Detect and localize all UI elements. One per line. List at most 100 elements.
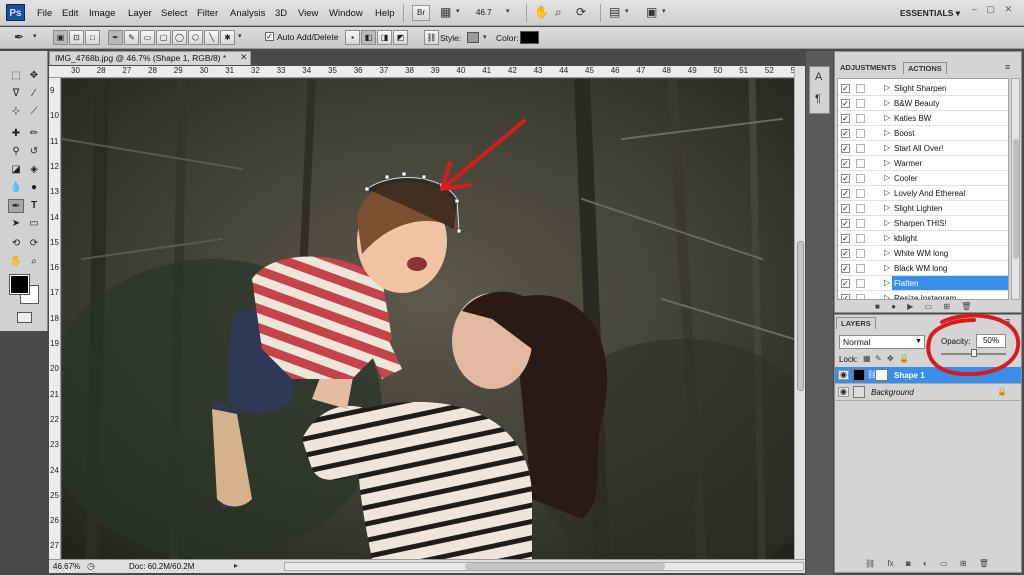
action-item[interactable]: ✓ ▷ Warmer xyxy=(838,156,1008,171)
horizontal-scrollbar[interactable] xyxy=(284,562,804,571)
menu-filter[interactable]: Filter xyxy=(197,8,218,19)
hand-tool-icon[interactable]: ✋ xyxy=(534,5,549,19)
path-select-icon[interactable]: ➤ xyxy=(8,217,24,231)
action-enabled-checkbox[interactable]: ✓ xyxy=(841,189,850,198)
action-enabled-checkbox[interactable]: ✓ xyxy=(841,159,850,168)
expand-triangle-icon[interactable]: ▷ xyxy=(884,98,890,107)
action-item[interactable]: ✓ ▷ Boost xyxy=(838,126,1008,141)
chevron-down-icon[interactable]: ▾ xyxy=(625,7,629,15)
pen-tool-preset-icon[interactable]: ✒ xyxy=(14,30,24,44)
action-dialog-toggle[interactable] xyxy=(856,174,865,183)
expand-triangle-icon[interactable]: ▷ xyxy=(884,83,890,92)
blend-mode-select[interactable]: Normal ▼ xyxy=(839,335,925,349)
action-enabled-checkbox[interactable]: ✓ xyxy=(841,114,850,123)
vertical-scrollbar[interactable] xyxy=(794,66,805,559)
action-item[interactable]: ✓ ▷ Sharpen THIS! xyxy=(838,216,1008,231)
trash-icon[interactable]: 🗑 xyxy=(961,302,971,311)
polygon-icon[interactable]: ⬡ xyxy=(188,30,203,45)
expand-triangle-icon[interactable]: ▷ xyxy=(884,113,890,122)
zoom-level-field[interactable]: 46.7 xyxy=(476,6,518,20)
type-tool-icon[interactable]: T xyxy=(26,199,42,213)
action-enabled-checkbox[interactable]: ✓ xyxy=(841,249,850,258)
quick-mask-icon[interactable] xyxy=(17,312,32,323)
crop-tool-icon[interactable]: ⊹ xyxy=(8,105,24,119)
hand-tool-icon[interactable]: ✋ xyxy=(8,255,24,269)
action-item[interactable]: ✓ ▷ kblight xyxy=(838,231,1008,246)
action-dialog-toggle[interactable] xyxy=(856,189,865,198)
menu-layer[interactable]: Layer xyxy=(128,8,152,19)
bridge-button[interactable]: Br xyxy=(412,5,430,21)
menu-view[interactable]: View xyxy=(298,8,318,19)
chevron-down-icon[interactable]: ▾ xyxy=(456,7,460,15)
healing-brush-icon[interactable]: ✚ xyxy=(8,127,24,141)
clone-stamp-icon[interactable]: ⚲ xyxy=(8,145,24,159)
action-dialog-toggle[interactable] xyxy=(856,264,865,273)
chevron-down-icon[interactable]: ▾ xyxy=(662,7,666,15)
adjustment-layer-icon[interactable]: ◐ xyxy=(923,559,928,568)
zoom-status[interactable]: 46.67% xyxy=(53,562,80,571)
actions-scrollbar[interactable] xyxy=(1011,78,1020,300)
action-dialog-toggle[interactable] xyxy=(856,279,865,288)
action-item[interactable]: ✓ ▷ Cooler xyxy=(838,171,1008,186)
rotate-view-icon[interactable]: ⟳ xyxy=(576,5,586,19)
tab-layers[interactable]: LAYERS xyxy=(836,317,876,329)
lock-position-icon[interactable]: ✥ xyxy=(887,354,894,363)
action-item[interactable]: ✓ ▷ Slight Lighten xyxy=(838,201,1008,216)
rounded-rectangle-icon[interactable]: ▢ xyxy=(156,30,171,45)
action-enabled-checkbox[interactable]: ✓ xyxy=(841,204,850,213)
chevron-down-icon[interactable]: ▾ xyxy=(483,33,487,41)
action-enabled-checkbox[interactable]: ✓ xyxy=(841,84,850,93)
chevron-down-icon[interactable]: ▾ xyxy=(238,32,242,40)
action-item[interactable]: ✓ ▷ Flatten xyxy=(838,276,1008,291)
panel-menu-icon[interactable]: ≡ xyxy=(1005,62,1010,72)
action-enabled-checkbox[interactable]: ✓ xyxy=(841,234,850,243)
arrange-documents-icon[interactable]: ▤ xyxy=(609,5,620,19)
action-enabled-checkbox[interactable]: ✓ xyxy=(841,99,850,108)
lock-transparent-icon[interactable]: ▦ xyxy=(863,354,871,363)
layer-thumbnail[interactable] xyxy=(853,369,865,381)
new-group-icon[interactable]: ▭ xyxy=(940,559,948,568)
expand-triangle-icon[interactable]: ▷ xyxy=(884,248,890,257)
exclude-shape-icon[interactable]: ◩ xyxy=(393,30,408,45)
action-enabled-checkbox[interactable]: ✓ xyxy=(841,144,850,153)
action-item[interactable]: ✓ ▷ Slight Sharpen xyxy=(838,81,1008,96)
new-action-icon[interactable]: ⊞ xyxy=(943,302,950,311)
action-dialog-toggle[interactable] xyxy=(856,99,865,108)
shape-layers-icon[interactable]: ▣ xyxy=(53,30,68,45)
new-layer-icon[interactable]: ⊞ xyxy=(960,559,967,568)
close-document-icon[interactable]: ✕ xyxy=(240,52,248,63)
action-dialog-toggle[interactable] xyxy=(856,249,865,258)
layer-link-icon[interactable]: ⛓ xyxy=(424,30,439,45)
vector-mask-thumbnail[interactable] xyxy=(875,369,888,381)
layer-row[interactable]: ◉ 🔒 Background xyxy=(835,384,1021,401)
new-set-icon[interactable]: ▭ xyxy=(925,302,933,311)
expand-triangle-icon[interactable]: ▷ xyxy=(884,233,890,242)
screen-mode-icon[interactable]: ▣ xyxy=(646,5,657,19)
menu-window[interactable]: Window xyxy=(329,8,363,19)
lasso-tool-icon[interactable]: ᐁ xyxy=(8,87,24,101)
lock-pixels-icon[interactable]: ✎ xyxy=(875,354,882,363)
action-dialog-toggle[interactable] xyxy=(856,114,865,123)
eraser-tool-icon[interactable]: ◪ xyxy=(8,163,24,177)
style-picker[interactable] xyxy=(467,32,479,43)
line-icon[interactable]: ╲ xyxy=(204,30,219,45)
action-dialog-toggle[interactable] xyxy=(856,129,865,138)
scrollbar-thumb[interactable] xyxy=(465,563,665,570)
ellipse-icon[interactable]: ◯ xyxy=(172,30,187,45)
expand-triangle-icon[interactable]: ▷ xyxy=(884,143,890,152)
quick-select-tool-icon[interactable]: ⁄ xyxy=(26,87,42,101)
shape-color-swatch[interactable] xyxy=(520,31,539,44)
character-panel-icon[interactable]: A xyxy=(815,71,822,83)
expand-triangle-icon[interactable]: ▷ xyxy=(884,263,890,272)
action-item[interactable]: ✓ ▷ Lovely And Ethereal xyxy=(838,186,1008,201)
action-item[interactable]: ✓ ▷ White WM long xyxy=(838,246,1008,261)
workspace-switcher[interactable]: ESSENTIALS ▾ xyxy=(900,8,960,19)
paint-bucket-icon[interactable]: ◈ xyxy=(26,163,42,177)
action-dialog-toggle[interactable] xyxy=(856,159,865,168)
action-enabled-checkbox[interactable]: ✓ xyxy=(841,219,850,228)
move-tool-icon[interactable]: ✥ xyxy=(26,69,42,83)
intersect-shape-icon[interactable]: ◨ xyxy=(377,30,392,45)
link-layers-icon[interactable]: ⛓ xyxy=(865,559,875,568)
document-canvas[interactable] xyxy=(62,79,794,559)
panel-menu-icon[interactable]: ≡ xyxy=(1005,316,1010,326)
